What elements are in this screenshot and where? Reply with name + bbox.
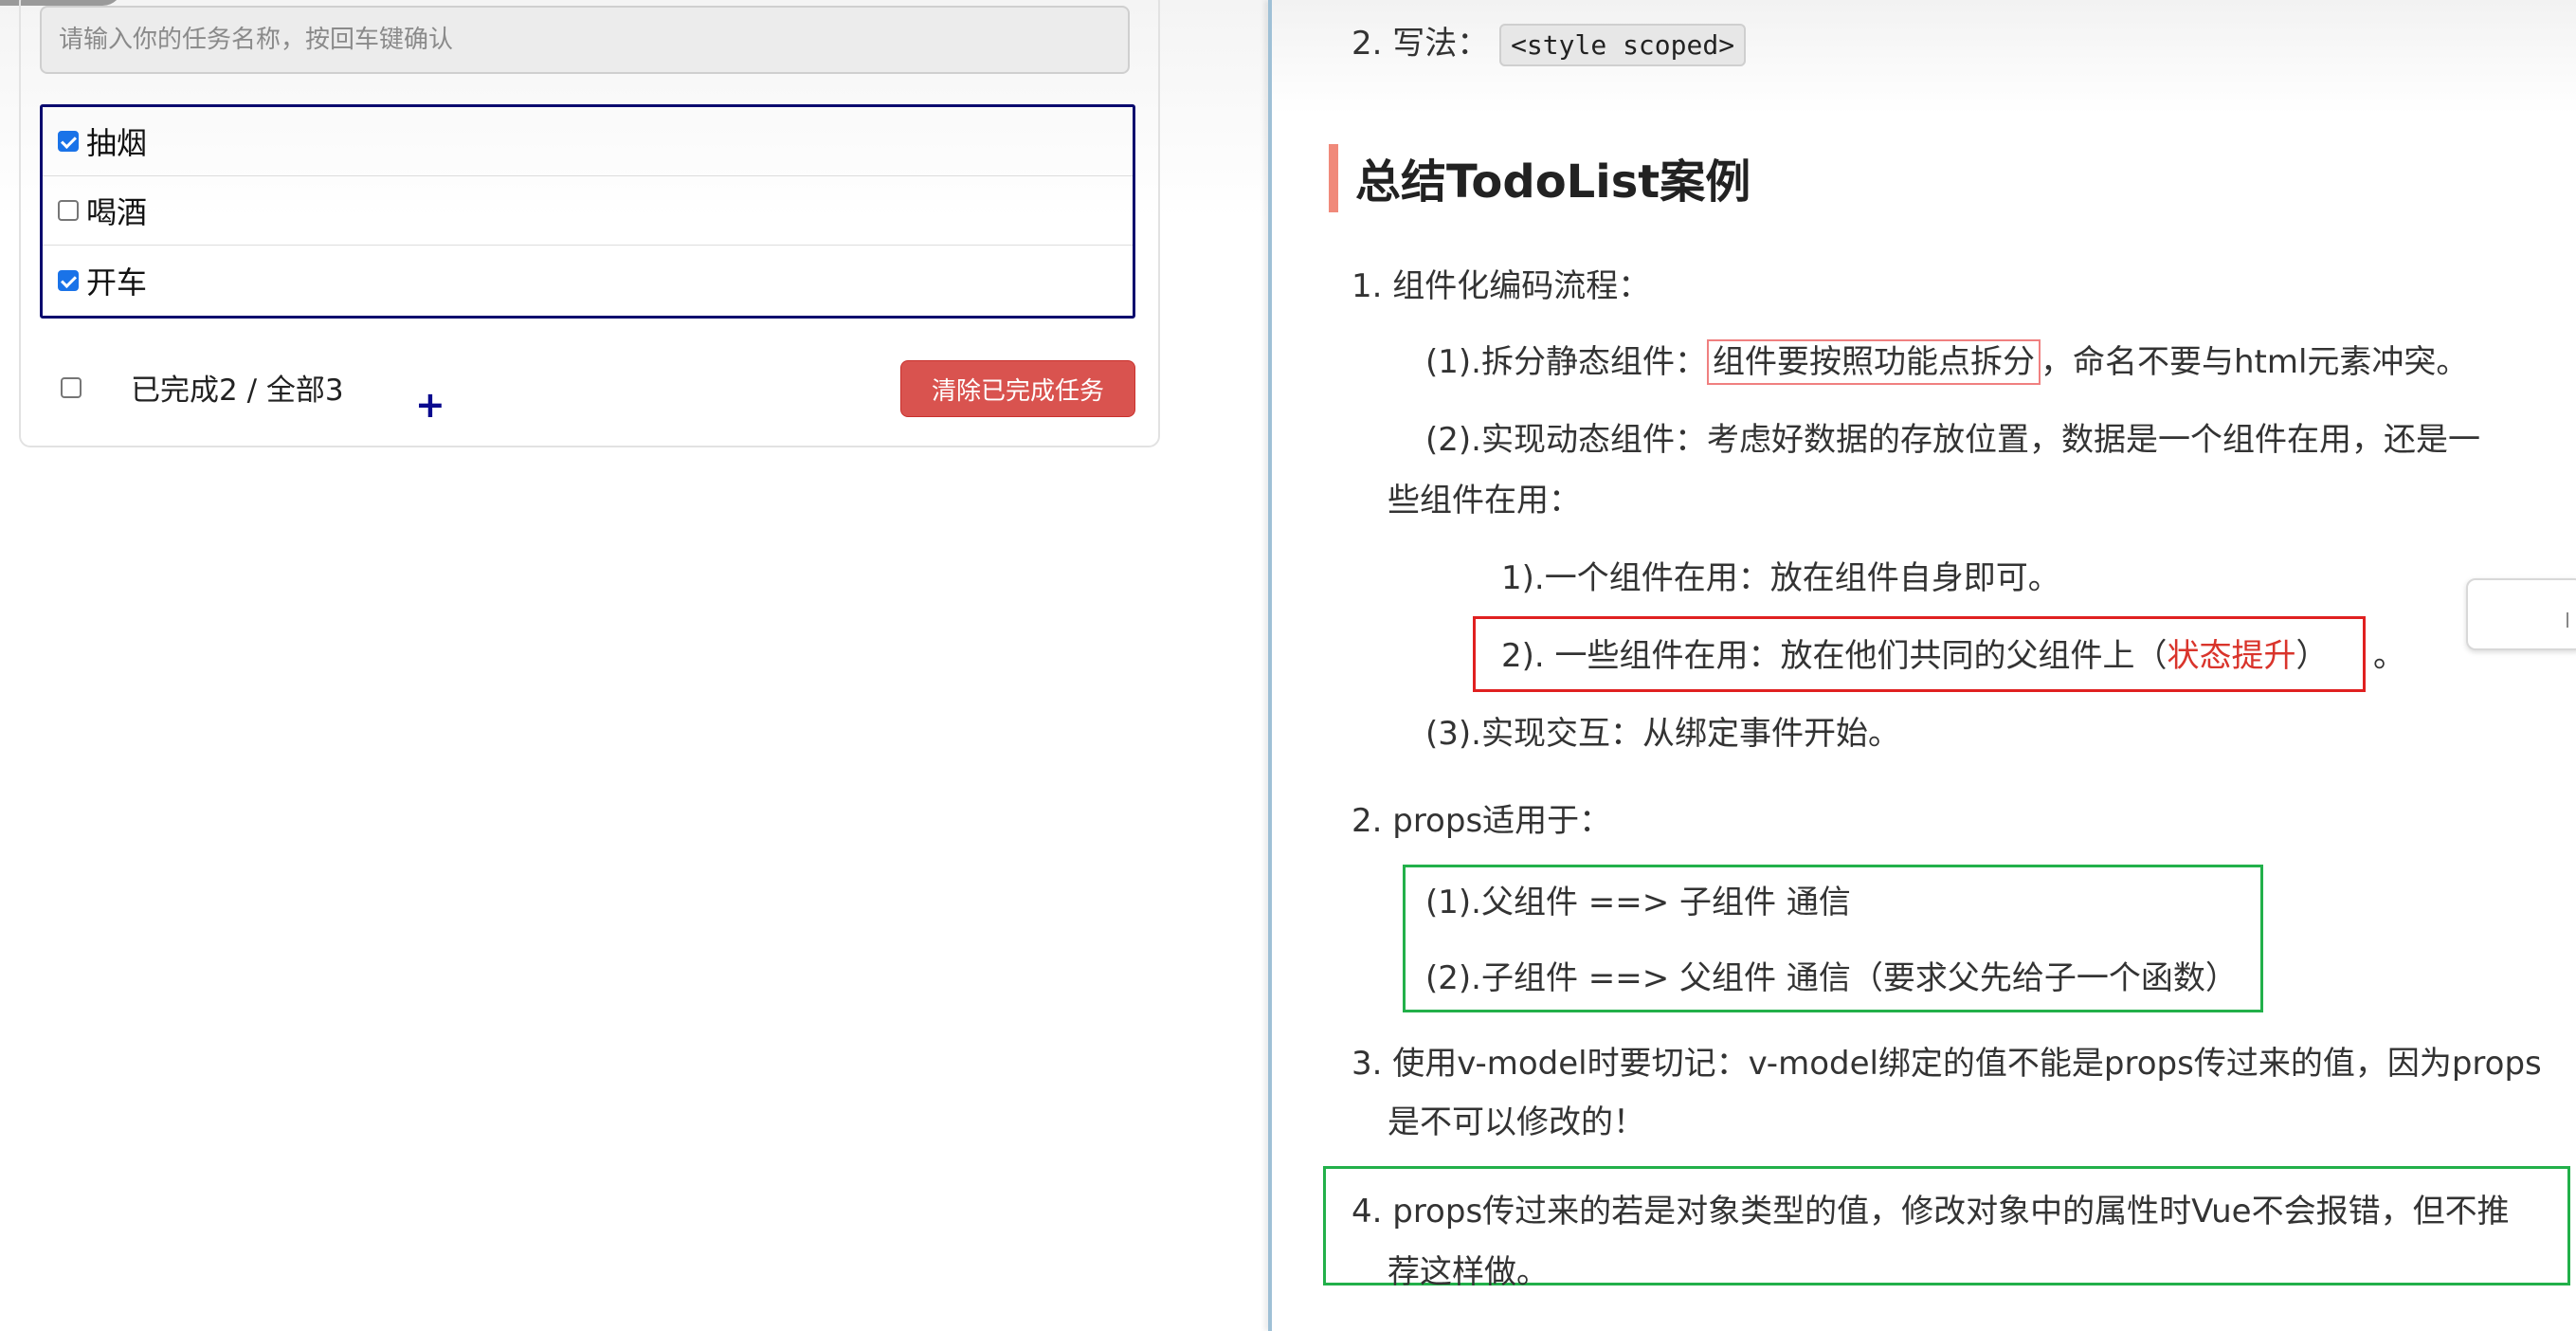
list-item-1b-sub2: 2). 一些组件在用：放在他们共同的父组件上（状态提升）	[1501, 629, 2329, 676]
task-name-input[interactable]	[40, 6, 1130, 74]
notes-text: 2). 一些组件在用：放在他们共同的父组件上（	[1501, 637, 2168, 675]
todo-item[interactable]: 开车	[43, 246, 1133, 315]
todo-item[interactable]: 抽烟	[43, 107, 1133, 176]
list-item-2b: (2).子组件 ==> 父组件 通信（要求父先给子一个函数）	[1425, 959, 2238, 997]
code-snippet: <style scoped>	[1499, 24, 1747, 66]
notes-text: (1).拆分静态组件：	[1425, 343, 1707, 381]
list-item-2-title: 2. props适用于：	[1351, 802, 1612, 840]
clear-completed-button[interactable]: 清除已完成任务	[900, 360, 1135, 417]
list-item-2a: (1).父组件 ==> 子组件 通信	[1425, 884, 1851, 921]
cursor-crosshair-icon: +	[415, 384, 445, 426]
grip-icon	[2567, 612, 2568, 628]
list-item-4-line2: 荐这样做。	[1388, 1253, 1549, 1291]
section-heading: 总结TodoList案例	[1355, 155, 1751, 209]
highlighted-phrase: 组件要按照功能点拆分	[1706, 339, 2041, 385]
list-item-1b-sub1: 1).一个组件在用：放在组件自身即可。	[1501, 559, 2060, 597]
notes-text: 。	[2373, 637, 2405, 675]
list-item-4-line1: 4. props传过来的若是对象类型的值，修改对象中的属性时Vue不会报错，但不…	[1351, 1193, 2510, 1231]
todo-item-label: 喝酒	[86, 194, 148, 230]
todo-item-label: 抽烟	[86, 125, 148, 161]
list-item-1a: (1).拆分静态组件： 组件要按照功能点拆分 ，命名不要与html元素冲突。	[1425, 336, 2469, 385]
notes-document: 2. 写法： <style scoped> 总结TodoList案例 1. 组件…	[1272, 0, 2576, 1331]
list-item-1-title: 1. 组件化编码流程：	[1351, 267, 1651, 305]
notes-text: 2. 写法：	[1351, 25, 1490, 63]
todo-item[interactable]: 喝酒	[43, 176, 1133, 246]
todo-item-checkbox[interactable]	[58, 131, 79, 152]
list-item-3-line1: 3. 使用v-model时要切记：v-model绑定的值不能是props传过来的…	[1351, 1045, 2542, 1083]
todo-list: 抽烟 喝酒 开车	[40, 104, 1135, 319]
completion-status: 已完成2 / 全部3	[131, 374, 344, 408]
list-item-1b-line1: (2).实现动态组件：考虑好数据的存放位置，数据是一个组件在用，还是一	[1425, 421, 2480, 459]
red-emphasis-text: 状态提升	[2167, 637, 2296, 675]
todo-item-checkbox[interactable]	[58, 200, 79, 221]
heading-accent-bar	[1329, 144, 1338, 212]
todo-item-label: 开车	[86, 264, 148, 301]
list-item-1b-line2: 些组件在用：	[1388, 482, 1581, 520]
select-all-checkbox[interactable]	[61, 377, 82, 398]
notes-text: ）	[2295, 637, 2329, 675]
floating-toolbar-stub[interactable]	[2466, 578, 2576, 650]
list-item-3-line2: 是不可以修改的！	[1388, 1103, 1645, 1141]
todo-item-checkbox[interactable]	[58, 269, 79, 291]
notes-text: ，命名不要与html元素冲突。	[2040, 343, 2469, 381]
notes-line-style-scoped: 2. 写法： <style scoped>	[1351, 17, 1747, 66]
list-item-1c: (3).实现交互：从绑定事件开始。	[1425, 715, 1900, 753]
todo-app-pane: 抽烟 喝酒 开车 已完成2 / 全部3 + 清除已完成任务	[0, 0, 1268, 1331]
